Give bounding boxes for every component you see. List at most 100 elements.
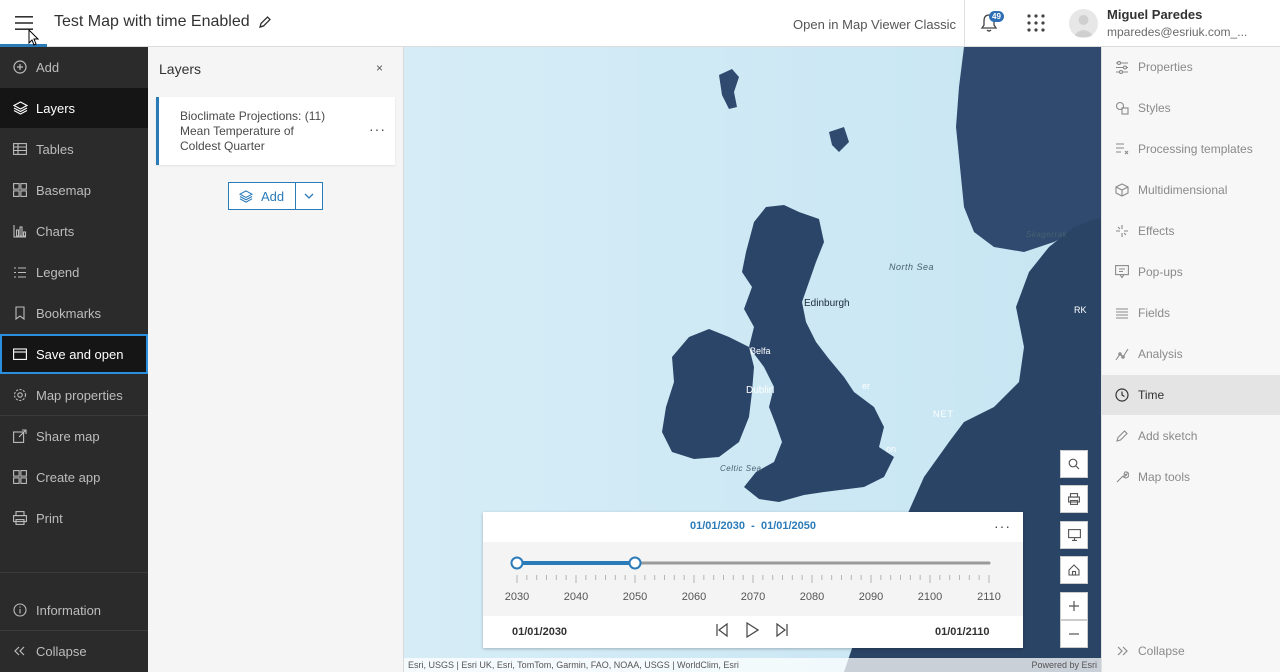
map-view[interactable]: North Sea Skagerrak Celtic Sea Edinburgh… [404,47,1101,672]
add-layer-label: Add [261,188,285,204]
time-slider-widget: 01/01/2030 - 01/01/2050 ··· 2030 2040 2050… [483,512,1023,648]
settings-fields[interactable]: Fields [1102,293,1280,333]
legend-icon [0,266,36,279]
search-icon[interactable] [1060,450,1088,478]
grid-icon [0,470,36,484]
slider-end-thumb[interactable] [628,556,642,570]
dublin-label: Dublin [746,385,775,396]
styles-icon [1102,101,1138,115]
info-icon [0,603,36,617]
print-map-icon[interactable] [1060,485,1088,513]
nav-legend[interactable]: Legend [0,252,148,292]
nav-layers-label: Layers [36,100,76,116]
nav-add[interactable]: Add [0,47,148,87]
settings-effects-label: Effects [1138,224,1175,238]
netherlands-label: NET [933,409,954,419]
settings-collapse[interactable]: Collapse [1102,631,1280,671]
open-in-map-viewer-classic-link[interactable]: Open in Map Viewer Classic [793,17,956,32]
celtic-sea-label: Celtic Sea [720,464,762,473]
notification-count-badge: 49 [989,11,1004,22]
user-email[interactable]: mparedes@esriuk.com_... [1107,25,1247,39]
basemap-icon [0,183,36,197]
user-avatar[interactable] [1069,9,1098,38]
settings-multidimensional[interactable]: Multidimensional [1102,170,1280,210]
nav-bookmarks[interactable]: Bookmarks [0,293,148,333]
london-label: on [886,444,897,454]
layer-list-item[interactable]: Bioclimate Projections: (11) Mean Temper… [156,97,395,165]
screen-icon[interactable] [1060,521,1088,549]
share-icon [0,429,36,443]
nav-print[interactable]: Print [0,498,148,538]
time-slider-footer: 01/01/2030 01/01/2110 [483,616,1023,648]
range-start: 01/01/2030 [689,520,746,532]
time-slider-end-date: 01/01/2110 [935,626,990,638]
home-icon[interactable] [1060,556,1088,584]
nav-information[interactable]: Information [0,590,148,630]
left-action-bar: Add Layers Tables Basemap Charts Legend … [0,47,148,672]
settings-pop-ups[interactable]: Pop-ups [1102,252,1280,292]
layers-icon [0,101,36,115]
settings-analysis[interactable]: Analysis [1102,334,1280,374]
next-step-icon[interactable] [775,622,789,643]
time-slider-track[interactable]: 2030 2040 2050 2060 2070 2080 2090 2100 2110 [483,542,1023,616]
settings-properties-label: Properties [1138,60,1193,74]
nav-legend-label: Legend [36,264,80,280]
nav-collapse[interactable]: Collapse [0,631,148,671]
manchester-label: er [862,381,871,391]
chevron-down-icon[interactable] [295,183,322,209]
pencil-icon [1102,429,1138,443]
nav-basemap[interactable]: Basemap [0,170,148,210]
settings-add-sketch[interactable]: Add sketch [1102,416,1280,456]
settings-styles-label: Styles [1138,101,1171,115]
time-range-readout: 01/01/2030 - 01/01/2050 [483,520,1023,532]
double-chevron-right-icon [1102,646,1138,656]
settings-properties[interactable]: Properties [1102,47,1280,87]
belfast-label: Belfa [750,346,771,356]
double-chevron-left-icon [0,646,36,656]
layers-panel-title: Layers [159,61,202,77]
nav-charts[interactable]: Charts [0,211,148,251]
slider-tick-label: 2110 [977,591,1001,603]
nav-share-map[interactable]: Share map [0,416,148,456]
nav-map-properties[interactable]: Map properties [0,375,148,415]
nav-tables[interactable]: Tables [0,129,148,169]
settings-processing-templates[interactable]: Processing templates [1102,129,1280,169]
nav-collapse-label: Collapse [36,643,87,659]
user-name[interactable]: Miguel Paredes [1107,7,1202,22]
settings-map-tools[interactable]: Map tools [1102,457,1280,497]
slider-tick-label: 2100 [918,591,942,603]
zoom-out-icon[interactable] [1060,620,1088,648]
time-slider-options-more-icon[interactable]: ··· [994,518,1011,534]
slider-start-thumb[interactable] [510,556,524,570]
settings-time[interactable]: Time [1102,375,1280,415]
edit-title-pencil-icon[interactable] [258,15,272,34]
app-launcher-icon[interactable] [1027,14,1045,37]
settings-styles[interactable]: Styles [1102,88,1280,128]
layers-panel: Layers × Bioclimate Projections: (11) Me… [148,47,404,672]
previous-step-icon[interactable] [715,622,729,643]
processing-icon [1102,142,1138,156]
layer-options-more-icon[interactable]: ··· [369,121,386,137]
nav-add-label: Add [36,59,60,75]
range-end: 01/01/2050 [760,520,817,532]
right-settings-bar: Properties Styles Processing templates M… [1101,47,1280,672]
play-icon[interactable] [745,621,760,643]
close-icon[interactable]: × [376,61,383,75]
wrench-icon [1102,470,1138,484]
top-bar: Test Map with time Enabled Open in Map V… [0,0,1280,47]
settings-add-sketch-label: Add sketch [1138,429,1198,443]
nav-layers[interactable]: Layers [0,88,148,128]
settings-analysis-label: Analysis [1138,347,1183,361]
add-layer-button[interactable]: Add [228,182,323,210]
popup-icon [1102,265,1138,279]
settings-effects[interactable]: Effects [1102,211,1280,251]
nav-create-app[interactable]: Create app [0,457,148,497]
header-divider [964,0,965,47]
range-separator: - [751,520,755,532]
nav-save-and-open[interactable]: Save and open [0,334,148,374]
powered-by-esri[interactable]: Powered by Esri [1031,660,1097,670]
slider-tick-label: 2060 [682,591,706,603]
time-slider-start-date: 01/01/2030 [512,626,568,638]
zoom-in-icon[interactable] [1060,592,1088,620]
nav-save-and-open-label: Save and open [36,346,124,362]
